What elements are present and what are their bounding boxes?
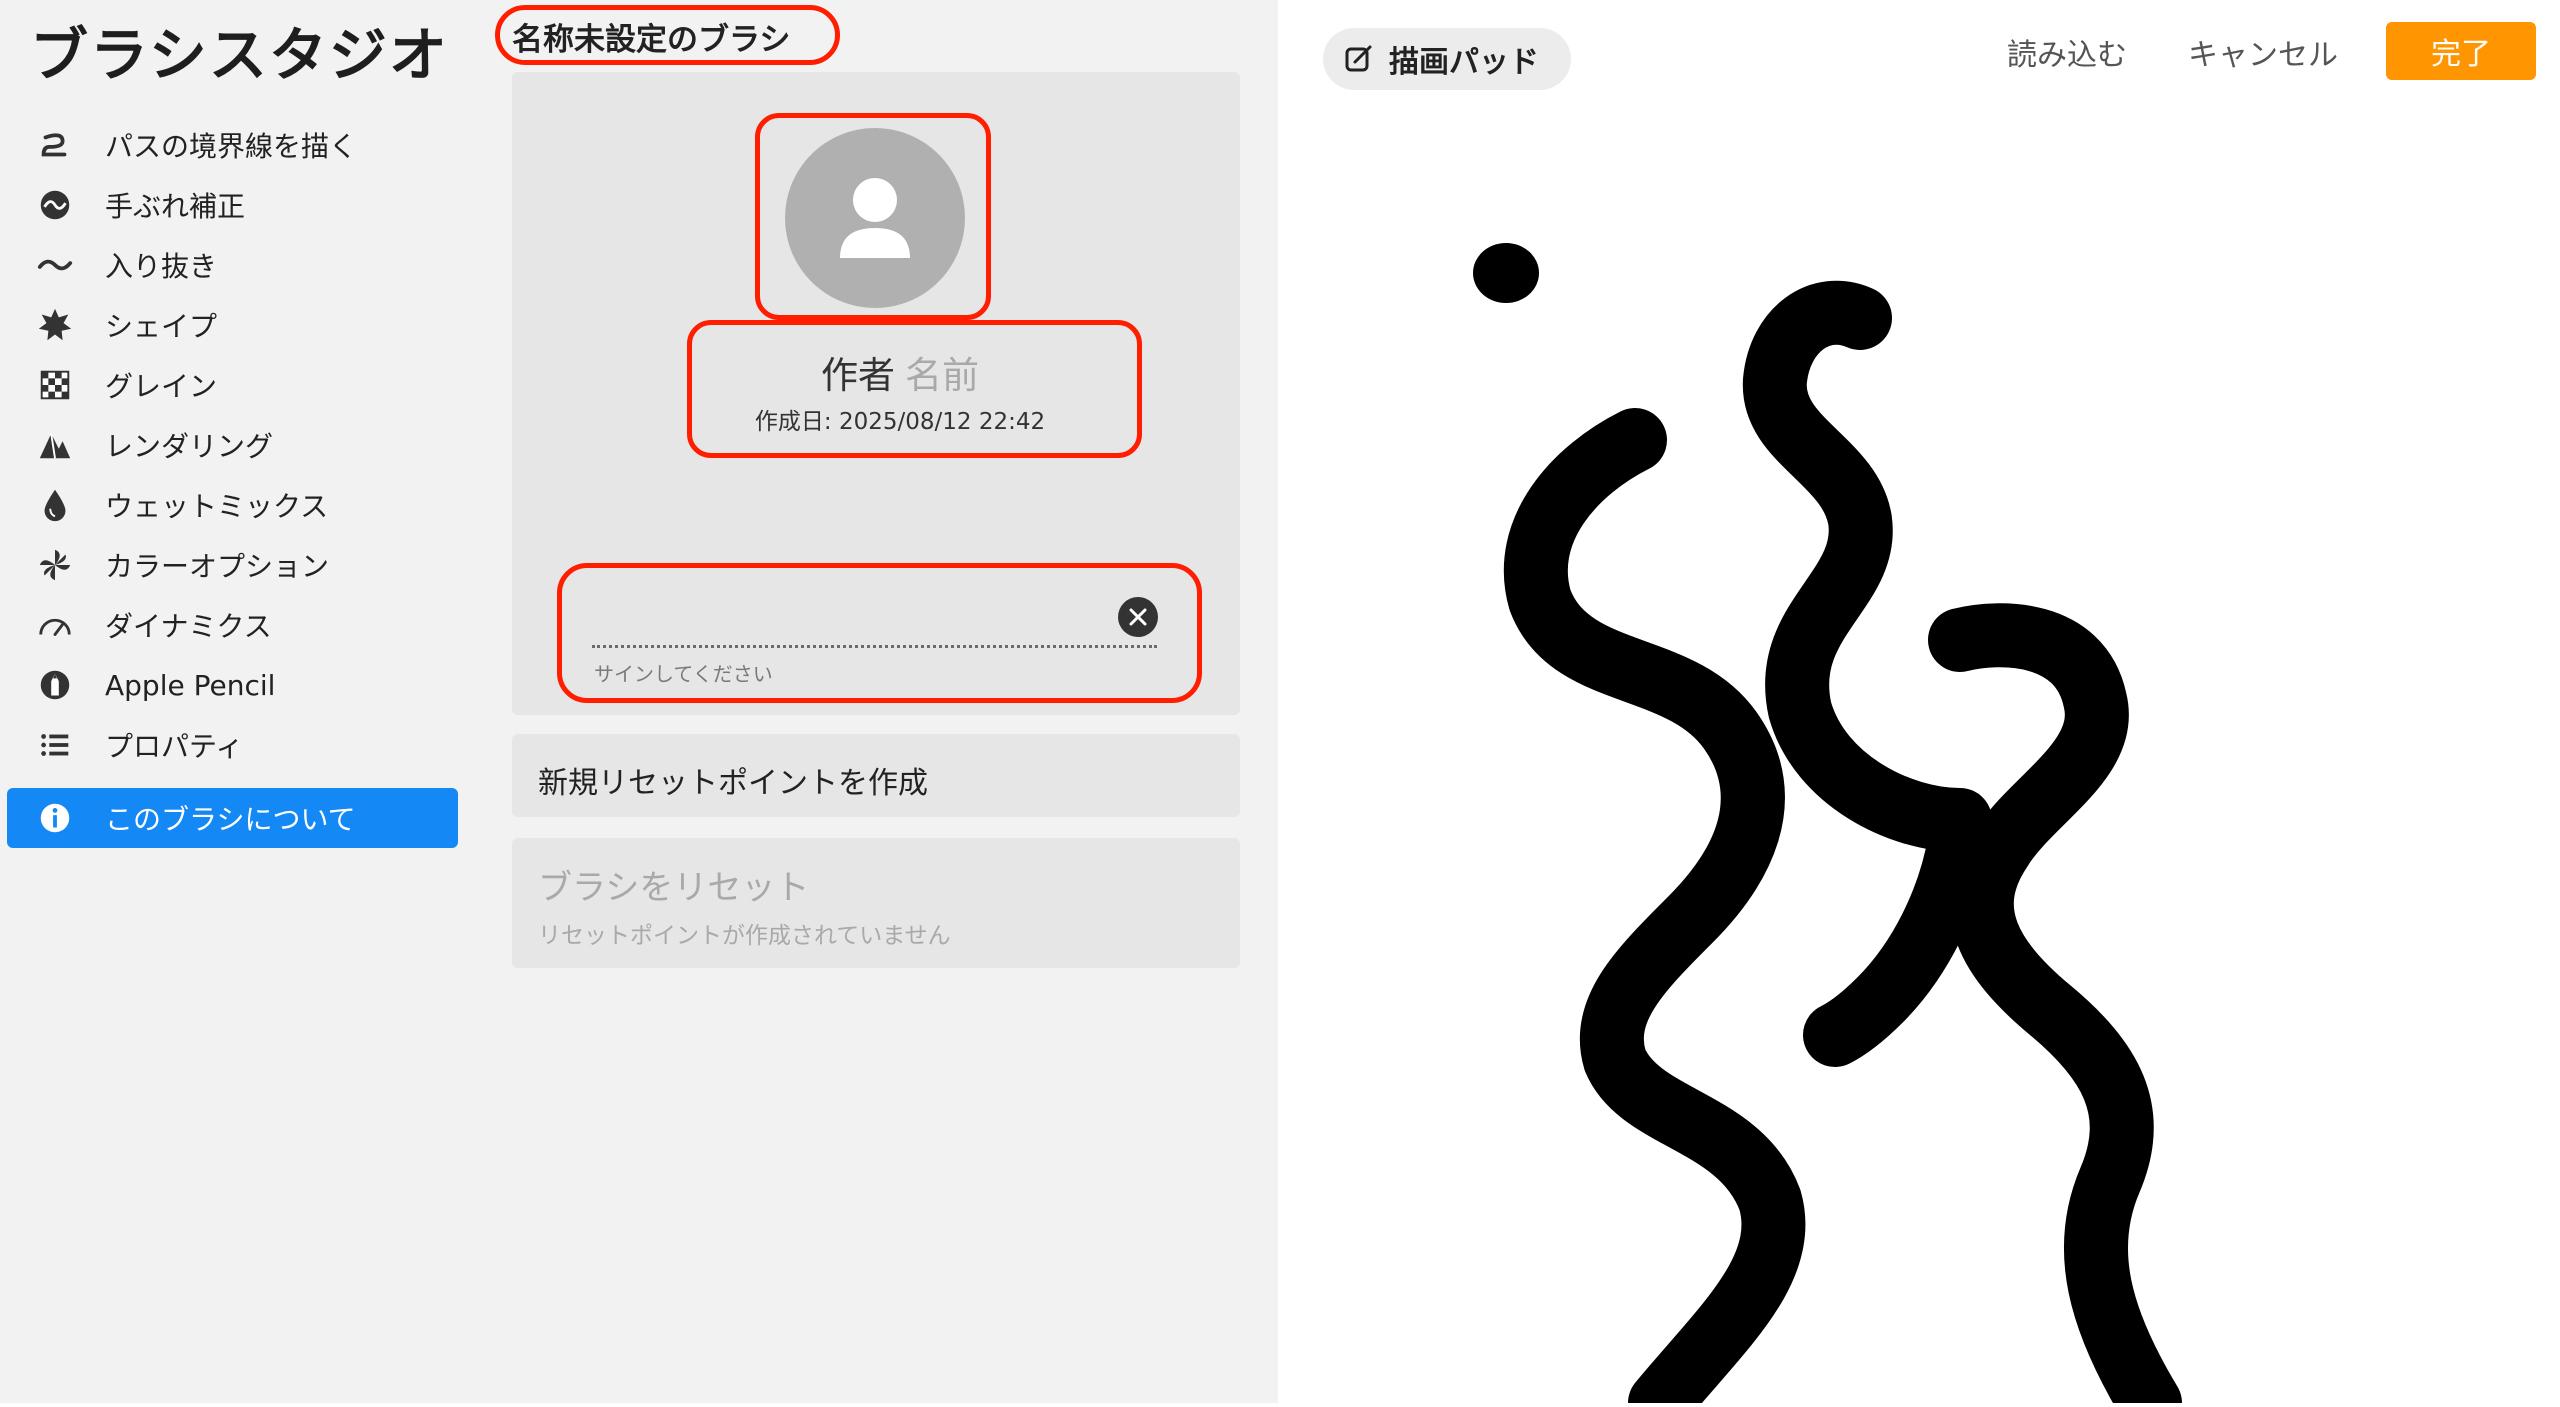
new-reset-point-label: 新規リセットポイントを作成 [538, 766, 928, 801]
signature-field[interactable] [592, 645, 1157, 648]
author-label: 作者 [821, 354, 895, 397]
drawing-pad-canvas[interactable] [1278, 110, 2560, 1407]
sidebar-item-about-brush[interactable]: このブラシについて [7, 788, 458, 848]
author-name-placeholder[interactable]: 名前 [905, 354, 979, 397]
info-icon [35, 798, 75, 838]
done-button[interactable]: 完了 [2386, 22, 2536, 80]
import-button[interactable]: 読み込む [2007, 30, 2127, 74]
reset-brush-note: リセットポイントが作成されていません [538, 923, 951, 949]
sidebar: ブラシスタジオ パスの境界線を描く 手ぶれ補正 入り抜き シェイプ グレイン レ… [0, 0, 473, 1403]
author-avatar[interactable] [785, 128, 965, 308]
clear-signature-icon [1129, 608, 1147, 626]
clear-signature-button[interactable] [1118, 597, 1158, 637]
reset-brush-button[interactable]: ブラシをリセット リセットポイントが作成されていません [512, 838, 1240, 968]
reset-brush-label: ブラシをリセット [538, 868, 810, 908]
cancel-button[interactable]: キャンセル [2188, 30, 2338, 74]
author-line[interactable]: 作者 名前 [700, 345, 1100, 399]
drawing-pad-label: 描画パッド [1389, 45, 1539, 80]
sidebar-item-label: このブラシについて [105, 803, 356, 836]
drawing-pad-button[interactable]: 描画パッド [1323, 28, 1571, 90]
new-reset-point-button[interactable]: 新規リセットポイントを作成 [512, 734, 1240, 817]
brush-name: 名称未設定のブラシ [512, 22, 791, 58]
brush-strokes [1473, 243, 2182, 1407]
created-date: 作成日: 2025/08/12 22:42 [754, 409, 1046, 435]
person-icon [840, 178, 910, 258]
edit-icon [1345, 45, 1372, 72]
signature-hint: サインしてください [594, 662, 773, 686]
app-title: ブラシスタジオ [30, 21, 449, 89]
